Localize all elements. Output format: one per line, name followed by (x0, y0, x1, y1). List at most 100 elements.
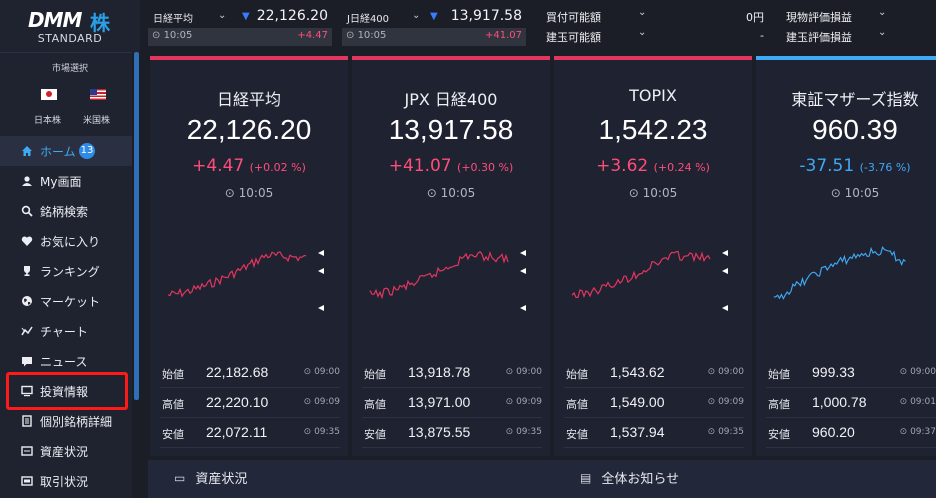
chevron-down-icon[interactable]: ⌄ (218, 10, 226, 21)
sparkline-path (571, 250, 711, 299)
japan-flag-icon[interactable] (41, 89, 57, 100)
sidebar-item-market[interactable]: マーケット (0, 286, 132, 316)
announcements-panel-header[interactable]: ▤ 全体お知らせ (580, 468, 679, 488)
row-value: 13,875.55 (408, 424, 471, 440)
search-icon (20, 204, 34, 218)
topbar: 日経平均 ⌄ ▼ 22,126.20 ⊙ 10:05 +4.47 J日経400 … (148, 0, 936, 48)
index-change: -37.51 (-3.76 %) (756, 156, 936, 176)
row-time-value: 09:09 (718, 397, 744, 407)
ticker-name: 日経平均 (153, 14, 193, 25)
chevron-down-icon[interactable]: ⌄ (878, 27, 886, 38)
index-price: 22,126.20 (186, 114, 312, 145)
sparkline-path (167, 251, 307, 298)
sidebar-item-stock-detail[interactable]: 個別銘柄詳細 (0, 406, 132, 436)
chevron-down-icon[interactable]: ⌄ (878, 7, 886, 18)
globe-icon (20, 294, 34, 308)
heart-icon (20, 234, 34, 248)
spot-pl-label[interactable]: 現物評価損益 (786, 9, 852, 25)
market-us-label[interactable]: 米国株 (83, 113, 110, 126)
row-time: ⊙ 09:35 (707, 427, 744, 437)
row-time: ⊙ 09:35 (505, 427, 542, 437)
table-row: 安値 22,072.11 ⊙ 09:35 (160, 418, 340, 448)
row-time-value: 09:00 (910, 367, 936, 377)
ticker-time-value: 10:05 (163, 30, 193, 41)
sidebar-scrollbar-thumb[interactable] (134, 52, 139, 400)
ticker-jpx400[interactable]: J日経400 ⌄ ▼ 13,917.58 ⊙ 10:05 +41.07 (342, 6, 526, 46)
row-label: 高値 (566, 398, 588, 411)
row-time: ⊙ 09:00 (707, 367, 744, 377)
logo[interactable]: DMM 株 STANDARD (0, 0, 140, 52)
intraday-sparkline (773, 246, 906, 300)
index-change-value: +4.47 (192, 156, 245, 176)
index-time: ⊙ 10:05 (830, 186, 880, 200)
row-time: ⊙ 09:09 (505, 397, 542, 407)
intraday-sparkline (369, 250, 526, 311)
sidebar-item-search[interactable]: 銘柄検索 (0, 196, 132, 226)
asset-status-panel-header[interactable]: ▭ 資産状況 (174, 468, 247, 488)
row-label: 始値 (364, 368, 386, 381)
row-value: 22,182.68 (206, 364, 269, 380)
ticker-change: +4.47 (297, 30, 328, 41)
table-row: 高値 13,971.00 ⊙ 09:09 (362, 388, 542, 418)
sidebar-item-label: マーケット (40, 294, 101, 309)
chevron-down-icon[interactable]: ⌄ (638, 7, 646, 18)
row-time: ⊙ 09:35 (303, 427, 340, 437)
document-icon (20, 414, 34, 428)
sidebar-item-chart[interactable]: チャート (0, 316, 132, 346)
row-value: 1,000.78 (812, 394, 867, 410)
index-card-mothers[interactable]: 東証マザーズ指数 960.39 -37.51 (-3.76 %) ⊙ 10:05… (756, 56, 936, 456)
margin-power-label[interactable]: 建玉可能額 (546, 29, 601, 45)
buying-power-value: 0円 (746, 11, 764, 24)
table-row: 高値 22,220.10 ⊙ 09:09 (160, 388, 340, 418)
row-time: ⊙ 09:01 (899, 397, 936, 407)
chevron-down-icon[interactable]: ⌄ (638, 27, 646, 38)
row-time-value: 09:35 (516, 427, 542, 437)
trophy-icon (20, 264, 34, 278)
chevron-down-icon[interactable]: ⌄ (412, 10, 420, 21)
intraday-sparkline (571, 250, 728, 311)
market-jp-label[interactable]: 日本株 (34, 113, 61, 126)
index-card-topix[interactable]: TOPIX 1,542.23 +3.62 (+0.24 %) ⊙ 10:05 始… (554, 56, 752, 456)
index-price: 960.39 (812, 114, 898, 145)
index-card-nikkei[interactable]: 日経平均 22,126.20 +4.47 (+0.02 %) ⊙ 10:05 始… (150, 56, 348, 456)
trade-icon (20, 474, 34, 488)
marker-icon (520, 268, 526, 274)
index-time-value: 10:05 (238, 186, 274, 200)
row-label: 始値 (566, 368, 588, 381)
asset-icon: ▭ (174, 470, 186, 485)
row-value: 1,543.62 (610, 364, 665, 380)
notification-badge: 13 (78, 143, 96, 159)
row-label: 高値 (162, 398, 184, 411)
logo-standard: STANDARD (37, 32, 103, 45)
sidebar-item-my-page[interactable]: My画面 (0, 166, 132, 196)
index-time: ⊙ 10:05 (426, 186, 476, 200)
ticker-time: ⊙ 10:05 (152, 30, 193, 41)
margin-pl-label[interactable]: 建玉評価損益 (786, 29, 852, 45)
sidebar-item-assets[interactable]: 資産状況 (0, 436, 132, 466)
table-row: 高値 1,000.78 ⊙ 09:01 (766, 388, 936, 418)
sidebar-item-ranking[interactable]: ランキング (0, 256, 132, 286)
highlight-annotation-box (6, 372, 128, 410)
sparkline-path (773, 246, 906, 300)
market-select-title: 市場選択 (51, 64, 88, 74)
ticker-nikkei[interactable]: 日経平均 ⌄ ▼ 22,126.20 ⊙ 10:05 +4.47 (148, 6, 332, 46)
sidebar-item-label: 資産状況 (40, 444, 89, 459)
row-time: ⊙ 09:00 (303, 367, 340, 377)
table-row: 安値 1,537.94 ⊙ 09:35 (564, 418, 744, 448)
buying-power-label[interactable]: 買付可能額 (546, 9, 601, 25)
row-time-value: 09:09 (516, 397, 542, 407)
index-change-pct: (+0.30 %) (457, 161, 514, 174)
index-change: +41.07 (+0.30 %) (352, 156, 550, 176)
index-title: TOPIX (629, 86, 677, 105)
us-flag-icon[interactable] (90, 89, 106, 100)
down-arrow-icon: ▼ (430, 11, 438, 22)
sidebar-item-label: 取引状況 (40, 474, 89, 489)
row-value: 22,072.11 (206, 424, 268, 440)
index-card-jpx400[interactable]: JPX 日経400 13,917.58 +41.07 (+0.30 %) ⊙ 1… (352, 56, 550, 456)
marker-icon (318, 250, 324, 256)
table-row: 始値 13,918.78 ⊙ 09:00 (362, 358, 542, 388)
sidebar-item-favorites[interactable]: お気に入り (0, 226, 132, 256)
sidebar-item-home[interactable]: ホーム 13 (0, 136, 132, 166)
sidebar-item-label: 個別銘柄詳細 (40, 414, 113, 429)
sidebar-item-trades[interactable]: 取引状況 (0, 466, 132, 496)
